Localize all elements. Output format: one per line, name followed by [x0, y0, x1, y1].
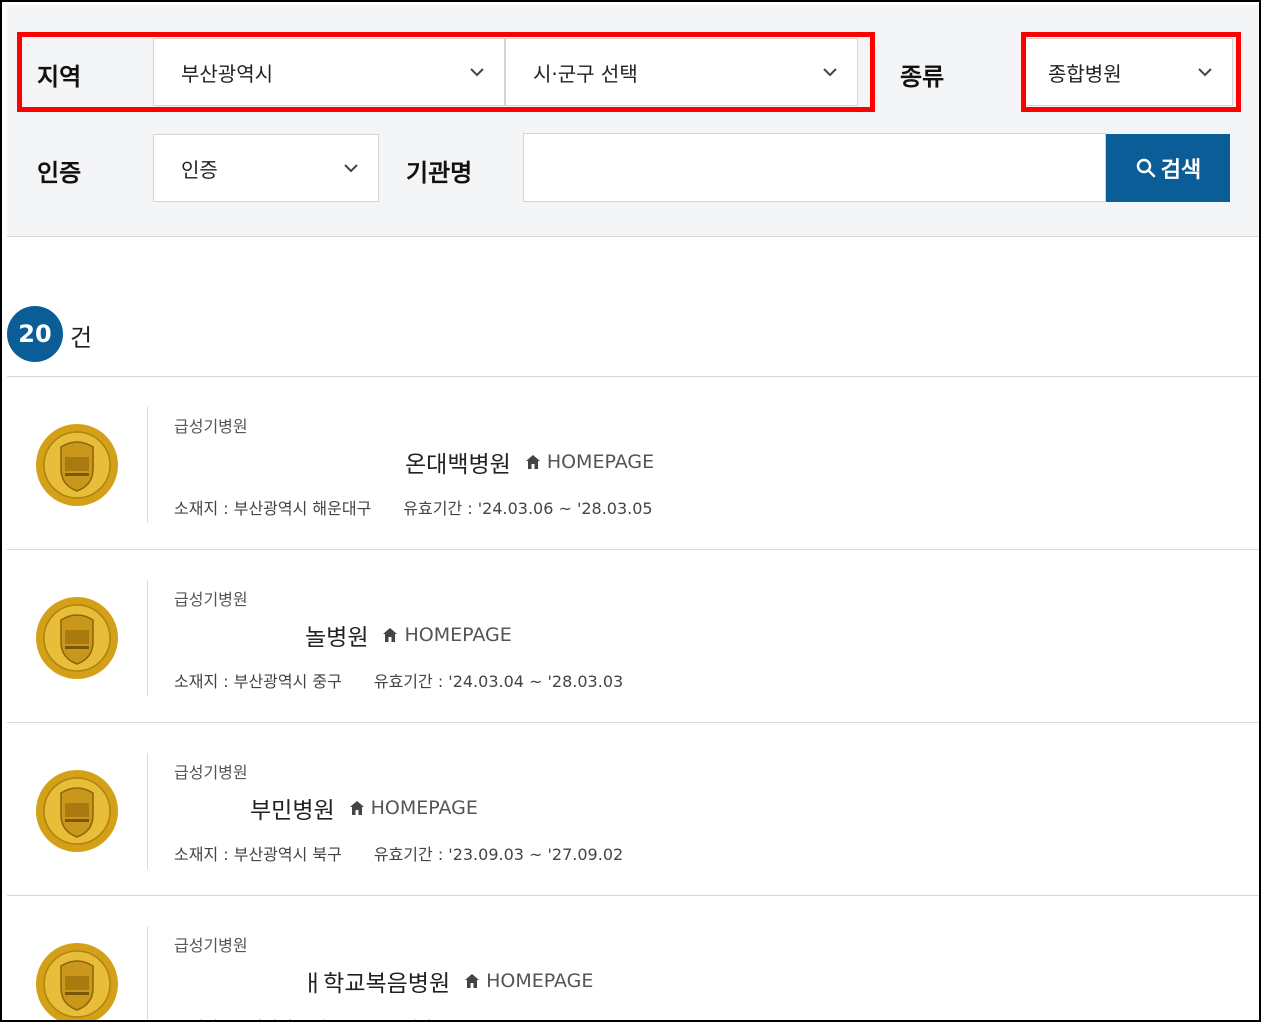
hospital-name[interactable]: 부민병원	[250, 791, 335, 825]
hospital-location: 소재지 : 부산광역시 서구	[174, 1014, 342, 1020]
item-divider	[147, 926, 148, 1020]
hospital-meta: 소재지 : 부산광역시 북구 유효기간 : '23.09.03 ~ '27.09…	[174, 841, 623, 865]
cert-select-value: 인증	[181, 157, 218, 182]
hospital-location: 소재지 : 부산광역시 북구	[174, 845, 342, 864]
hospital-name[interactable]: 온대백병원	[405, 445, 511, 479]
hospital-meta: 소재지 : 부산광역시 해운대구 유효기간 : '24.03.06 ~ '28.…	[174, 495, 653, 519]
home-icon	[465, 974, 480, 988]
list-item: 급성기병원 놀병원 HOMEPAGE 소재지 : 부산광역시 중구 유효기간 :…	[7, 549, 1259, 722]
result-count-unit: 건	[70, 324, 93, 352]
chevron-down-icon	[344, 164, 358, 173]
hospital-category: 급성기병원	[174, 936, 248, 955]
homepage-link[interactable]: HOMEPAGE	[349, 797, 478, 819]
page-frame: 지역 부산광역시 시·군구 선택 종류 종합병원 인증 인증 기관명 검색 20…	[0, 0, 1261, 1022]
hospital-name-row: 놀병원 HOMEPAGE	[305, 618, 512, 652]
district-select[interactable]: 시·군구 선택	[505, 38, 858, 106]
homepage-link[interactable]: HOMEPAGE	[525, 451, 654, 473]
home-icon	[525, 455, 540, 469]
search-filter-panel: 지역 부산광역시 시·군구 선택 종류 종합병원 인증 인증 기관명	[7, 5, 1259, 237]
item-divider	[147, 580, 148, 696]
result-count-badge: 20	[7, 306, 63, 362]
search-icon	[1136, 158, 1155, 178]
hospital-name-row: ㅐ학교복음병원 HOMEPAGE	[302, 964, 593, 998]
cert-select[interactable]: 인증	[153, 134, 379, 202]
list-item: 급성기병원 부민병원 HOMEPAGE 소재지 : 부산광역시 북구 유효기간 …	[7, 722, 1259, 895]
homepage-link[interactable]: HOMEPAGE	[464, 970, 593, 992]
search-button[interactable]: 검색	[1106, 134, 1230, 202]
list-item: 급성기병원 ㅐ학교복음병원 HOMEPAGE 소재지 : 부산광역시 서구 유효…	[7, 895, 1259, 1020]
hospital-name-row: 온대백병원 HOMEPAGE	[405, 445, 654, 479]
homepage-label: HOMEPAGE	[404, 624, 512, 646]
item-divider	[147, 753, 148, 869]
homepage-label: HOMEPAGE	[370, 797, 478, 819]
item-divider	[147, 407, 148, 523]
hospital-name[interactable]: 놀병원	[305, 618, 368, 652]
hospital-validity: 유효기간 : '23.06.03 ~ '27.06.02	[374, 1014, 623, 1020]
hospital-name[interactable]: ㅐ학교복음병원	[302, 964, 450, 998]
type-label: 종류	[900, 63, 945, 91]
region-select-value: 부산광역시	[181, 61, 273, 86]
hospital-validity: 유효기간 : '23.09.03 ~ '27.09.02	[373, 845, 624, 864]
chevron-down-icon	[470, 68, 484, 77]
list-item: 급성기병원 온대백병원 HOMEPAGE 소재지 : 부산광역시 해운대구 유효…	[7, 376, 1259, 549]
institution-name-label: 기관명	[406, 159, 473, 187]
search-button-label: 검색	[1160, 158, 1202, 183]
homepage-link[interactable]: HOMEPAGE	[382, 624, 512, 646]
type-select-value: 종합병원	[1048, 61, 1122, 86]
homepage-label: HOMEPAGE	[486, 970, 594, 992]
institution-name-input[interactable]	[523, 133, 1106, 202]
hospital-validity: 유효기간 : '24.03.04 ~ '28.03.03	[373, 672, 624, 691]
home-icon	[349, 801, 364, 815]
chevron-down-icon	[1198, 68, 1212, 77]
hospital-location: 소재지 : 부산광역시 해운대구	[174, 499, 372, 518]
certification-emblem-icon	[36, 943, 118, 1020]
hospital-meta: 소재지 : 부산광역시 중구 유효기간 : '24.03.04 ~ '28.03…	[174, 668, 623, 692]
region-select[interactable]: 부산광역시	[153, 38, 505, 106]
hospital-meta: 소재지 : 부산광역시 서구 유효기간 : '23.06.03 ~ '27.06…	[174, 1014, 623, 1020]
hospital-validity: 유효기간 : '24.03.06 ~ '28.03.05	[403, 499, 653, 518]
type-select[interactable]: 종합병원	[1021, 38, 1233, 106]
certification-emblem-icon	[36, 597, 118, 679]
hospital-category: 급성기병원	[174, 590, 248, 609]
district-select-value: 시·군구 선택	[533, 61, 638, 86]
homepage-label: HOMEPAGE	[546, 451, 655, 473]
home-icon	[383, 628, 398, 642]
region-label: 지역	[37, 63, 82, 91]
certification-emblem-icon	[36, 424, 118, 506]
hospital-category: 급성기병원	[174, 417, 248, 436]
hospital-location: 소재지 : 부산광역시 중구	[174, 672, 342, 691]
result-list: 급성기병원 온대백병원 HOMEPAGE 소재지 : 부산광역시 해운대구 유효…	[7, 376, 1259, 1020]
hospital-name-row: 부민병원 HOMEPAGE	[250, 791, 478, 825]
chevron-down-icon	[823, 68, 837, 77]
cert-label: 인증	[37, 159, 82, 187]
hospital-category: 급성기병원	[174, 763, 248, 782]
certification-emblem-icon	[36, 770, 118, 852]
